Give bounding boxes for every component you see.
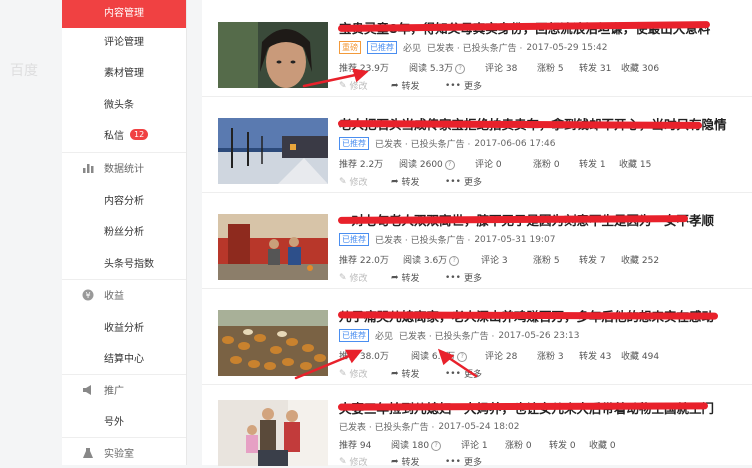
annotation-arrows (294, 68, 478, 380)
annotation-arrowhead (344, 349, 363, 364)
annotation-arrow (444, 354, 478, 378)
annotation-arrow (302, 72, 362, 88)
annotation-arrow (294, 352, 356, 380)
annotation-arrowhead (437, 348, 455, 366)
annotation-arrowhead (352, 68, 369, 83)
